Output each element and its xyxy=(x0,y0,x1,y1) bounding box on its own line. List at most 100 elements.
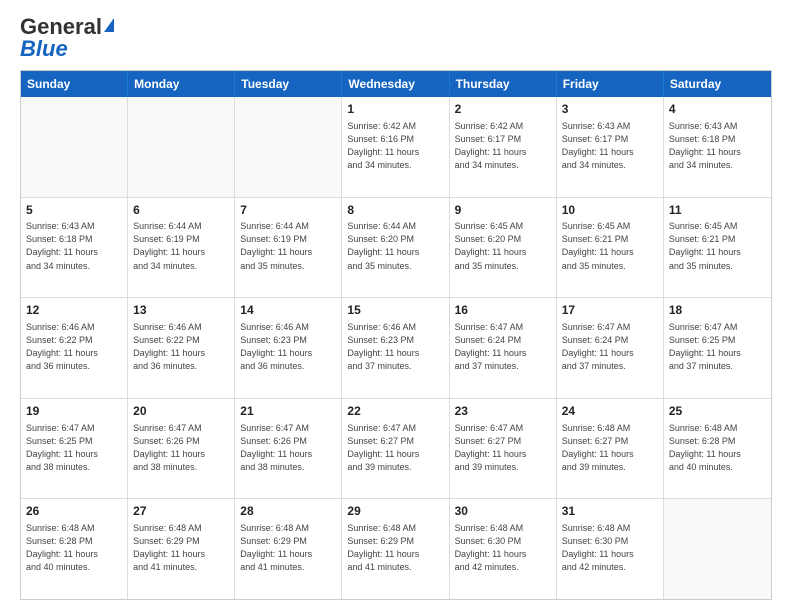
day-info: Sunrise: 6:48 AM Sunset: 6:29 PM Dayligh… xyxy=(347,522,443,574)
header-day-thursday: Thursday xyxy=(450,71,557,97)
day-number: 14 xyxy=(240,302,336,319)
header-day-tuesday: Tuesday xyxy=(235,71,342,97)
calendar-body: 1 Sunrise: 6:42 AM Sunset: 6:16 PM Daylig… xyxy=(21,97,771,599)
day-info: Sunrise: 6:47 AM Sunset: 6:26 PM Dayligh… xyxy=(240,422,336,474)
header-day-saturday: Saturday xyxy=(664,71,771,97)
day-info: Sunrise: 6:47 AM Sunset: 6:25 PM Dayligh… xyxy=(669,321,766,373)
day-number: 3 xyxy=(562,101,658,118)
day-number: 2 xyxy=(455,101,551,118)
day-number: 29 xyxy=(347,503,443,520)
day-info: Sunrise: 6:44 AM Sunset: 6:20 PM Dayligh… xyxy=(347,220,443,272)
calendar: SundayMondayTuesdayWednesdayThursdayFrid… xyxy=(20,70,772,600)
day-number: 22 xyxy=(347,403,443,420)
day-number: 28 xyxy=(240,503,336,520)
day-info: Sunrise: 6:47 AM Sunset: 6:25 PM Dayligh… xyxy=(26,422,122,474)
calendar-cell xyxy=(235,97,342,197)
day-number: 17 xyxy=(562,302,658,319)
calendar-cell: 14 Sunrise: 6:46 AM Sunset: 6:23 PM Dayli… xyxy=(235,298,342,398)
calendar-header: SundayMondayTuesdayWednesdayThursdayFrid… xyxy=(21,71,771,97)
day-info: Sunrise: 6:48 AM Sunset: 6:29 PM Dayligh… xyxy=(133,522,229,574)
calendar-cell: 12 Sunrise: 6:46 AM Sunset: 6:22 PM Dayli… xyxy=(21,298,128,398)
day-info: Sunrise: 6:48 AM Sunset: 6:30 PM Dayligh… xyxy=(562,522,658,574)
header-day-friday: Friday xyxy=(557,71,664,97)
day-info: Sunrise: 6:42 AM Sunset: 6:16 PM Dayligh… xyxy=(347,120,443,172)
calendar-cell: 9Sunrise: 6:45 AM Sunset: 6:20 PM Daylig… xyxy=(450,198,557,298)
day-info: Sunrise: 6:42 AM Sunset: 6:17 PM Dayligh… xyxy=(455,120,551,172)
day-number: 7 xyxy=(240,202,336,219)
day-info: Sunrise: 6:43 AM Sunset: 6:18 PM Dayligh… xyxy=(669,120,766,172)
day-number: 31 xyxy=(562,503,658,520)
calendar-cell xyxy=(128,97,235,197)
calendar-cell: 23 Sunrise: 6:47 AM Sunset: 6:27 PM Dayli… xyxy=(450,399,557,499)
day-number: 16 xyxy=(455,302,551,319)
day-info: Sunrise: 6:47 AM Sunset: 6:27 PM Dayligh… xyxy=(347,422,443,474)
logo: General Blue xyxy=(20,16,114,60)
day-number: 27 xyxy=(133,503,229,520)
calendar-cell: 2 Sunrise: 6:42 AM Sunset: 6:17 PM Daylig… xyxy=(450,97,557,197)
day-number: 1 xyxy=(347,101,443,118)
day-info: Sunrise: 6:45 AM Sunset: 6:20 PM Dayligh… xyxy=(455,220,551,272)
day-info: Sunrise: 6:44 AM Sunset: 6:19 PM Dayligh… xyxy=(133,220,229,272)
day-info: Sunrise: 6:46 AM Sunset: 6:23 PM Dayligh… xyxy=(240,321,336,373)
calendar-cell: 20 Sunrise: 6:47 AM Sunset: 6:26 PM Dayli… xyxy=(128,399,235,499)
day-number: 12 xyxy=(26,302,122,319)
day-info: Sunrise: 6:48 AM Sunset: 6:27 PM Dayligh… xyxy=(562,422,658,474)
day-number: 6 xyxy=(133,202,229,219)
header-day-sunday: Sunday xyxy=(21,71,128,97)
calendar-cell: 17 Sunrise: 6:47 AM Sunset: 6:24 PM Dayli… xyxy=(557,298,664,398)
calendar-cell: 1 Sunrise: 6:42 AM Sunset: 6:16 PM Daylig… xyxy=(342,97,449,197)
day-number: 26 xyxy=(26,503,122,520)
day-number: 9 xyxy=(455,202,551,219)
day-info: Sunrise: 6:47 AM Sunset: 6:24 PM Dayligh… xyxy=(562,321,658,373)
calendar-cell xyxy=(21,97,128,197)
calendar-cell: 8Sunrise: 6:44 AM Sunset: 6:20 PM Daylig… xyxy=(342,198,449,298)
calendar-cell: 13Sunrise: 6:46 AM Sunset: 6:22 PM Dayli… xyxy=(128,298,235,398)
header: General Blue xyxy=(20,16,772,60)
day-number: 19 xyxy=(26,403,122,420)
page: General Blue SundayMondayTuesdayWednesda… xyxy=(0,0,792,612)
header-day-monday: Monday xyxy=(128,71,235,97)
day-number: 11 xyxy=(669,202,766,219)
header-day-wednesday: Wednesday xyxy=(342,71,449,97)
calendar-cell: 27 Sunrise: 6:48 AM Sunset: 6:29 PM Dayli… xyxy=(128,499,235,599)
calendar-cell: 26 Sunrise: 6:48 AM Sunset: 6:28 PM Dayli… xyxy=(21,499,128,599)
day-info: Sunrise: 6:48 AM Sunset: 6:28 PM Dayligh… xyxy=(669,422,766,474)
day-number: 8 xyxy=(347,202,443,219)
calendar-cell: 10Sunrise: 6:45 AM Sunset: 6:21 PM Dayli… xyxy=(557,198,664,298)
calendar-week-3: 12 Sunrise: 6:46 AM Sunset: 6:22 PM Dayli… xyxy=(21,298,771,399)
calendar-cell xyxy=(664,499,771,599)
day-info: Sunrise: 6:45 AM Sunset: 6:21 PM Dayligh… xyxy=(562,220,658,272)
calendar-cell: 29 Sunrise: 6:48 AM Sunset: 6:29 PM Dayli… xyxy=(342,499,449,599)
day-number: 21 xyxy=(240,403,336,420)
calendar-cell: 24 Sunrise: 6:48 AM Sunset: 6:27 PM Dayli… xyxy=(557,399,664,499)
day-number: 25 xyxy=(669,403,766,420)
calendar-cell: 25 Sunrise: 6:48 AM Sunset: 6:28 PM Dayli… xyxy=(664,399,771,499)
calendar-cell: 6Sunrise: 6:44 AM Sunset: 6:19 PM Daylig… xyxy=(128,198,235,298)
calendar-cell: 28 Sunrise: 6:48 AM Sunset: 6:29 PM Dayli… xyxy=(235,499,342,599)
logo-text: General xyxy=(20,16,114,38)
day-info: Sunrise: 6:45 AM Sunset: 6:21 PM Dayligh… xyxy=(669,220,766,272)
calendar-cell: 3 Sunrise: 6:43 AM Sunset: 6:17 PM Daylig… xyxy=(557,97,664,197)
day-number: 18 xyxy=(669,302,766,319)
day-info: Sunrise: 6:43 AM Sunset: 6:18 PM Dayligh… xyxy=(26,220,122,272)
day-number: 24 xyxy=(562,403,658,420)
day-number: 20 xyxy=(133,403,229,420)
calendar-cell: 4Sunrise: 6:43 AM Sunset: 6:18 PM Daylig… xyxy=(664,97,771,197)
calendar-week-1: 1 Sunrise: 6:42 AM Sunset: 6:16 PM Daylig… xyxy=(21,97,771,198)
day-info: Sunrise: 6:47 AM Sunset: 6:27 PM Dayligh… xyxy=(455,422,551,474)
calendar-week-4: 19 Sunrise: 6:47 AM Sunset: 6:25 PM Dayli… xyxy=(21,399,771,500)
day-info: Sunrise: 6:48 AM Sunset: 6:30 PM Dayligh… xyxy=(455,522,551,574)
calendar-cell: 31 Sunrise: 6:48 AM Sunset: 6:30 PM Dayli… xyxy=(557,499,664,599)
calendar-cell: 21 Sunrise: 6:47 AM Sunset: 6:26 PM Dayli… xyxy=(235,399,342,499)
day-info: Sunrise: 6:47 AM Sunset: 6:26 PM Dayligh… xyxy=(133,422,229,474)
day-info: Sunrise: 6:48 AM Sunset: 6:28 PM Dayligh… xyxy=(26,522,122,574)
day-info: Sunrise: 6:48 AM Sunset: 6:29 PM Dayligh… xyxy=(240,522,336,574)
calendar-cell: 7Sunrise: 6:44 AM Sunset: 6:19 PM Daylig… xyxy=(235,198,342,298)
calendar-cell: 22 Sunrise: 6:47 AM Sunset: 6:27 PM Dayli… xyxy=(342,399,449,499)
calendar-cell: 16Sunrise: 6:47 AM Sunset: 6:24 PM Dayli… xyxy=(450,298,557,398)
day-number: 10 xyxy=(562,202,658,219)
day-info: Sunrise: 6:46 AM Sunset: 6:22 PM Dayligh… xyxy=(26,321,122,373)
logo-blue-text: Blue xyxy=(20,38,68,60)
day-info: Sunrise: 6:43 AM Sunset: 6:17 PM Dayligh… xyxy=(562,120,658,172)
day-number: 23 xyxy=(455,403,551,420)
